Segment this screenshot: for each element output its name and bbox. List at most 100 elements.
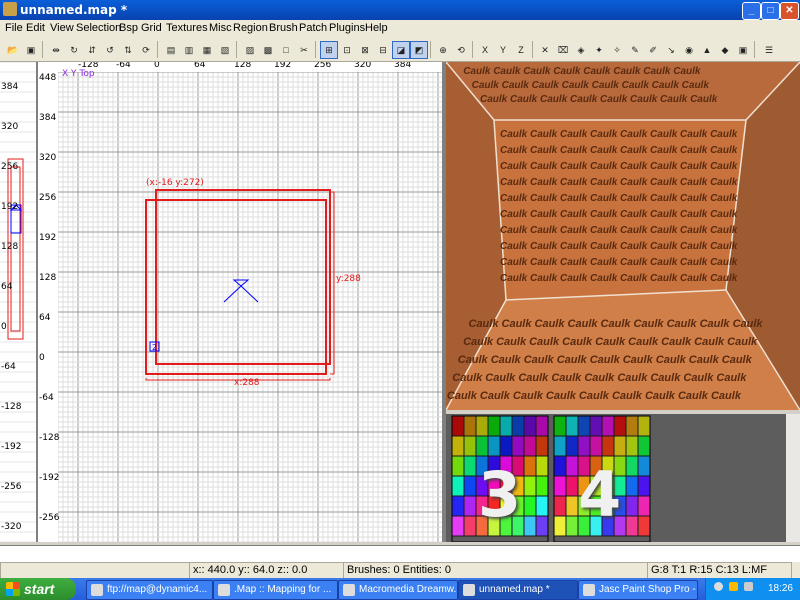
rotate-x-icon[interactable]: ↻	[65, 41, 83, 59]
refresh-icon[interactable]: ⟲	[452, 41, 470, 59]
entity-list-icon[interactable]: ☰	[760, 41, 778, 59]
menu-file[interactable]: File	[5, 22, 23, 34]
texture-cell	[487, 415, 501, 437]
texture-browser[interactable]: 3 4	[446, 414, 800, 542]
clipper-icon[interactable]: ✂	[295, 41, 313, 59]
texture-cell	[625, 455, 639, 477]
patch-bend-icon[interactable]: ⌧	[554, 41, 572, 59]
status-grid: G:8 T:1 R:15 C:13 L:MF	[647, 562, 792, 579]
texture-cell	[565, 515, 579, 537]
patch-wireframe-icon[interactable]: ✐	[644, 41, 662, 59]
z-tick-label: 192	[1, 202, 19, 212]
toolbar-separator	[532, 41, 533, 58]
csg-merge-icon[interactable]: ▩	[259, 41, 277, 59]
menu-grid[interactable]: Grid	[141, 22, 162, 34]
menu-bsp[interactable]: Bsp	[119, 22, 138, 34]
menu-bar: File Edit View Selection Bsp Grid Textur…	[0, 20, 800, 38]
patch-inspector-icon[interactable]: ▲	[698, 41, 716, 59]
patch-drill-icon[interactable]: ✧	[608, 41, 626, 59]
menu-misc[interactable]: Misc	[209, 22, 232, 34]
task-paint-shop-pro[interactable]: Jasc Paint Shop Pro - ...	[578, 580, 698, 600]
camera-canvas[interactable]: Caulk Caulk Caulk Caulk Caulk Caulk Caul…	[446, 62, 800, 410]
view-y-icon[interactable]: Y	[494, 41, 512, 59]
xy-view-canvas[interactable]	[38, 62, 442, 542]
task-ftp[interactable]: ftp://map@dynamic4...	[86, 580, 213, 600]
task-dreamweaver[interactable]: Macromedia Dreamw...	[338, 580, 458, 600]
texture-scrollbar[interactable]	[786, 414, 800, 542]
menu-edit[interactable]: Edit	[26, 22, 45, 34]
z-view-canvas[interactable]	[0, 62, 36, 542]
texture-text: Caulk Caulk Caulk Caulk Caulk Caulk Caul…	[463, 66, 701, 77]
security-icon[interactable]	[728, 582, 738, 591]
view-label: X Y Top	[62, 69, 95, 79]
minimize-button[interactable]: _	[742, 2, 761, 20]
texture-cell	[463, 435, 477, 457]
xy-top-view[interactable]: X Y Top -128 -64 0 64 128 192 256 320 38…	[38, 62, 442, 542]
hollow-icon[interactable]: □	[277, 41, 295, 59]
texture-tile-3[interactable]: 3	[478, 458, 521, 531]
patch-spline-icon[interactable]: ↘	[662, 41, 680, 59]
maximize-button[interactable]: □	[761, 2, 780, 20]
menu-view[interactable]: View	[50, 22, 74, 34]
patch-weld-icon[interactable]: ✦	[590, 41, 608, 59]
volume-icon[interactable]	[743, 582, 753, 591]
menu-plugins[interactable]: Plugins	[329, 22, 365, 34]
select-inside-icon[interactable]: ▧	[216, 41, 234, 59]
cubic-clip-icon[interactable]: ⊕	[434, 41, 452, 59]
menu-brush[interactable]: Brush	[269, 22, 298, 34]
status-bar: x:: 440.0 y:: 64.0 z:: 0.0 Brushes: 0 En…	[0, 562, 800, 579]
select-partial-icon[interactable]: ▦	[198, 41, 216, 59]
flip-x-icon[interactable]: ⇹	[47, 41, 65, 59]
select-touching-icon[interactable]: ▥	[180, 41, 198, 59]
patch-redisperse-icon[interactable]: ◉	[680, 41, 698, 59]
patch-show-icon[interactable]: ✎	[626, 41, 644, 59]
menu-textures[interactable]: Textures	[166, 22, 208, 34]
menu-patch[interactable]: Patch	[299, 22, 327, 34]
camera-preview-icon[interactable]: ◪	[392, 41, 410, 59]
patch-thicken-icon[interactable]: ▣	[734, 41, 752, 59]
texture-lock-icon[interactable]: ⊡	[338, 41, 356, 59]
task-unnamed-map[interactable]: unnamed.map *	[458, 580, 578, 600]
menu-selection[interactable]: Selection	[76, 22, 121, 34]
task-mapping[interactable]: .Map :: Mapping for ...	[213, 580, 338, 600]
console[interactable]	[0, 545, 800, 562]
rotate-lock-icon[interactable]: ⊠	[356, 41, 374, 59]
view-z-icon[interactable]: Z	[512, 41, 530, 59]
texture-cell	[451, 495, 465, 517]
folder-icon	[91, 584, 103, 596]
view-x-icon[interactable]: X	[476, 41, 494, 59]
save-icon[interactable]: ▣	[22, 41, 40, 59]
flip-y-icon[interactable]: ⇵	[83, 41, 101, 59]
csg-subtract-icon[interactable]: ▨	[241, 41, 259, 59]
task-label: unnamed.map *	[479, 584, 550, 595]
textured-view-icon[interactable]: ◩	[410, 41, 428, 59]
patch-icon[interactable]: ✕	[536, 41, 554, 59]
flip-z-icon[interactable]: ⇅	[119, 41, 137, 59]
patch-freeze-icon[interactable]: ◆	[716, 41, 734, 59]
y-tick-label: 448	[39, 73, 57, 83]
rotate-y-icon[interactable]: ↺	[101, 41, 119, 59]
open-icon[interactable]: 📂	[4, 41, 22, 59]
toolbar-separator	[430, 41, 431, 58]
menu-region[interactable]: Region	[233, 22, 268, 34]
size-lock-icon[interactable]: ⊟	[374, 41, 392, 59]
camera-icon	[232, 279, 250, 287]
texture-cell	[589, 415, 603, 437]
close-button[interactable]: ✕	[780, 2, 799, 20]
rotate-z-icon[interactable]: ⟳	[137, 41, 155, 59]
change-view-icon[interactable]: ⊞	[320, 41, 338, 59]
start-button[interactable]: start	[0, 578, 76, 600]
toolbar-separator	[236, 41, 237, 58]
network-icon[interactable]	[714, 582, 723, 591]
app-icon[interactable]	[3, 2, 17, 16]
x-tick-label: 128	[234, 62, 252, 70]
camera-view[interactable]: Caulk Caulk Caulk Caulk Caulk Caulk Caul…	[446, 62, 800, 410]
select-complete-icon[interactable]: ▤	[162, 41, 180, 59]
z-tick-label: 0	[1, 322, 7, 332]
y-tick-label: -192	[39, 473, 60, 483]
texture-tile-4[interactable]: 4	[578, 458, 621, 531]
menu-help[interactable]: Help	[365, 22, 388, 34]
patch-insert-icon[interactable]: ◈	[572, 41, 590, 59]
z-view[interactable]: 384 320 256 192 128 64 0 -64 -128 -192 -…	[0, 62, 38, 542]
y-tick-label: 192	[39, 233, 57, 243]
